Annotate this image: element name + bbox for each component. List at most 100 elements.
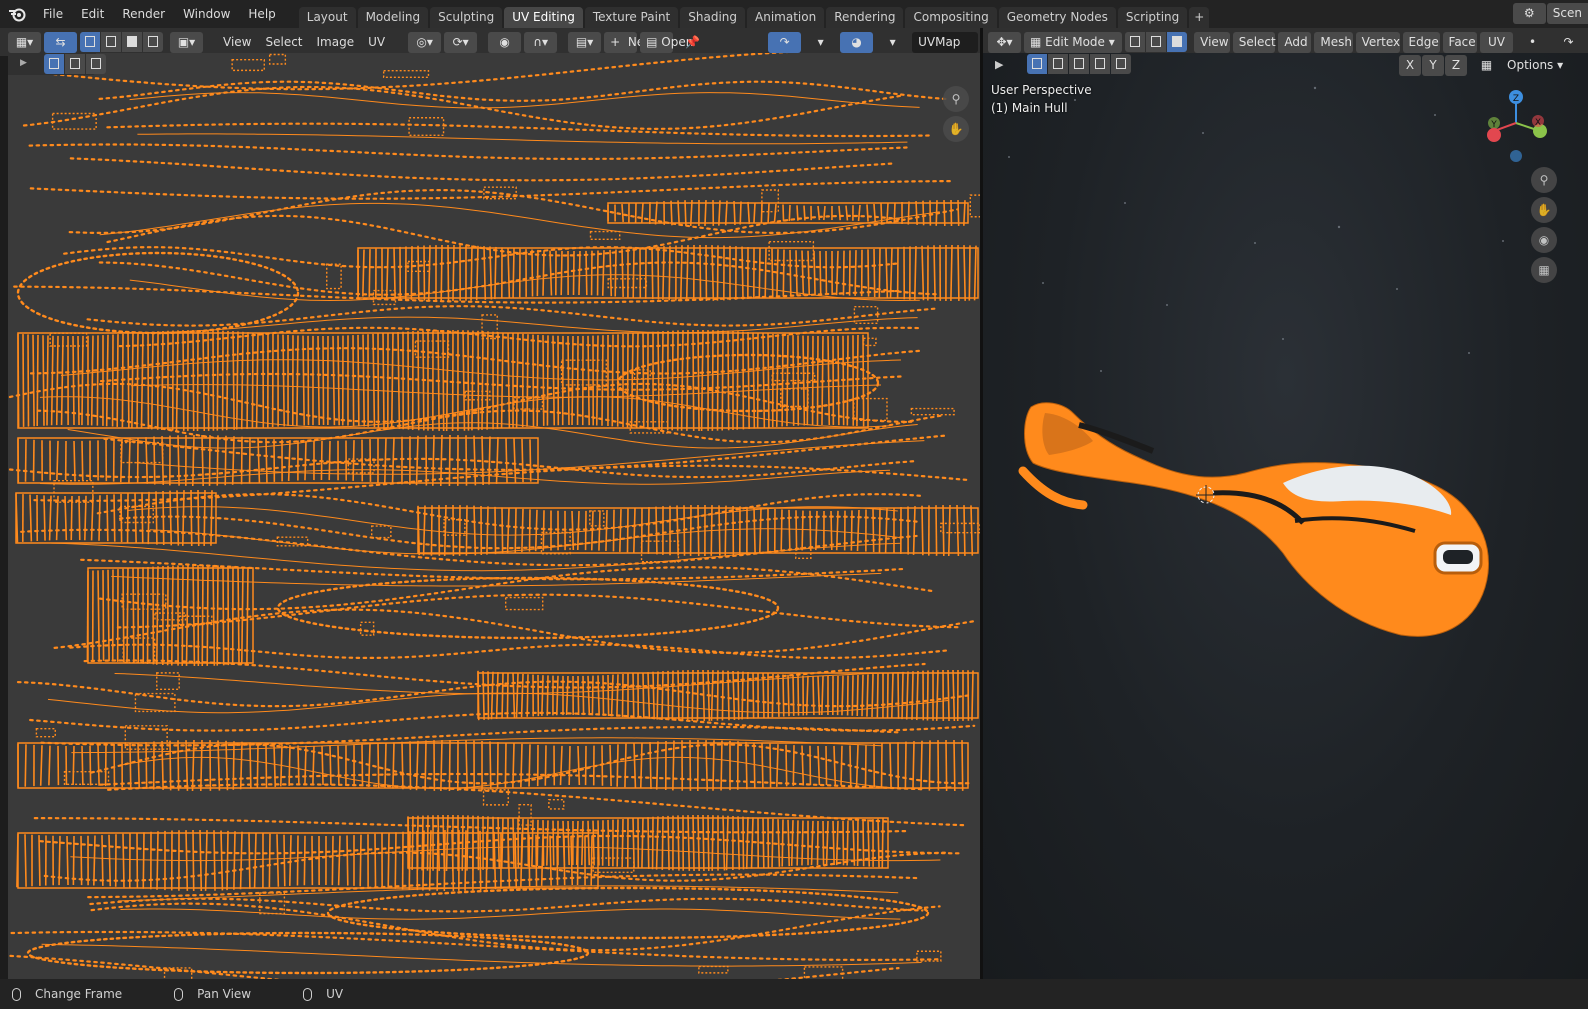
tab-uv-editing[interactable]: UV Editing [504, 7, 583, 28]
sticky-select-icon[interactable]: ▣▾ [170, 31, 203, 53]
menu-edit[interactable]: Edit [72, 0, 113, 28]
mouse-icon [12, 987, 21, 1001]
vp-select-extend-icon[interactable] [1048, 54, 1068, 74]
tab-rendering[interactable]: Rendering [826, 7, 904, 28]
uv-menu-view[interactable]: View [216, 32, 258, 53]
add-workspace-button[interactable]: + [1189, 7, 1210, 28]
face-select-icon[interactable] [122, 32, 142, 52]
sync-selection-icon[interactable]: ⇆ [44, 31, 77, 53]
uv-menu-image[interactable]: Image [310, 32, 362, 53]
vp-select-intersect-icon[interactable] [1111, 54, 1131, 74]
uv-menu-select[interactable]: Select [258, 32, 309, 53]
tab-texture-paint[interactable]: Texture Paint [584, 7, 679, 28]
falloff-icon[interactable]: ∩▾ [524, 31, 558, 53]
uv-tool-select-mode [44, 54, 107, 74]
tab-shading[interactable]: Shading [680, 7, 745, 28]
object-label: (1) Main Hull [991, 101, 1068, 115]
select-subtract-icon[interactable] [86, 54, 106, 74]
vp-menu-select[interactable]: Select [1232, 31, 1276, 53]
menu-render[interactable]: Render [113, 0, 174, 28]
mode-selector[interactable]: ▦ Edit Mode ▾ [1024, 31, 1123, 53]
tab-sculpting[interactable]: Sculpting [430, 7, 503, 28]
uv-hand-icon[interactable]: ✋ [943, 116, 969, 142]
overlay-icon[interactable]: ↷ [768, 31, 802, 53]
mirror-x-toggle[interactable]: X [1399, 55, 1421, 76]
uv-select-mode [80, 32, 164, 52]
editor-type-icon[interactable]: ▦▾ [8, 31, 41, 53]
vp-menu-add[interactable]: Add [1278, 31, 1312, 53]
vp-camera-icon[interactable]: ◉ [1531, 227, 1557, 253]
proportional-edit-icon[interactable]: ◉ [488, 31, 522, 53]
vp-menu-view[interactable]: View [1194, 31, 1230, 53]
vp-grid-icon[interactable]: ▦ [1531, 257, 1557, 283]
mirror-z-toggle[interactable]: Z [1445, 55, 1467, 76]
tab-modeling[interactable]: Modeling [357, 7, 429, 28]
main-menu: File Edit Render Window Help [34, 0, 285, 28]
gizmo-dropdown-icon[interactable]: ▾ [876, 32, 909, 53]
mirror-axis-toggles: X Y Z ▦ [1399, 55, 1506, 76]
vp-hand-icon[interactable]: ✋ [1531, 197, 1557, 223]
overlay-dropdown-icon[interactable]: ▾ [804, 32, 837, 53]
transform-orientation-icon[interactable]: ↷ [1552, 32, 1585, 53]
image-browse-icon[interactable]: ▤▾ [568, 31, 602, 53]
pin-icon[interactable]: 📌 [676, 32, 709, 53]
scene-name[interactable]: Scen [1546, 3, 1588, 24]
spaceship-main-hull[interactable] [1018, 402, 1490, 637]
vp-menu-face[interactable]: Face [1442, 31, 1478, 53]
plus-icon: + [610, 34, 621, 49]
tab-layout[interactable]: Layout [298, 7, 356, 28]
header-more-icon[interactable]: • [1516, 32, 1549, 53]
vp-select-mode-strip [1027, 54, 1132, 74]
tab-scripting[interactable]: Scripting [1117, 7, 1188, 28]
navigation-gizmo[interactable]: Z Y X [1478, 83, 1558, 163]
uv-editor-canvas[interactable]: ⚲ ✋ [8, 53, 980, 979]
uv-zoom-icon[interactable]: ⚲ [943, 86, 969, 112]
select-extend-icon[interactable] [65, 54, 85, 74]
cursor-tool-icon[interactable]: ▶ [20, 58, 27, 68]
gizmo-icon[interactable]: ◕ [840, 31, 874, 53]
gizmo-z-label: Z [1513, 94, 1519, 104]
status-pan-view-label: Pan View [197, 987, 252, 1001]
island-select-icon[interactable] [143, 32, 163, 52]
mesh-select-mode [1125, 32, 1188, 52]
menu-help[interactable]: Help [239, 0, 284, 28]
tab-compositing[interactable]: Compositing [905, 7, 997, 28]
face-mode-icon[interactable] [1167, 32, 1188, 52]
workspace-tabs: Layout Modeling Sculpting UV Editing Tex… [298, 7, 1212, 28]
viewport-editor-type-icon[interactable]: ✥▾ [988, 31, 1021, 53]
mirror-y-toggle[interactable]: Y [1422, 55, 1444, 76]
blender-logo-icon[interactable] [0, 0, 34, 28]
vp-select-invert-icon[interactable] [1090, 54, 1110, 74]
edge-select-icon[interactable] [101, 32, 121, 52]
status-uv-label: UV [326, 987, 344, 1001]
uv-island-layout[interactable] [8, 53, 980, 979]
tab-geometry-nodes[interactable]: Geometry Nodes [998, 7, 1116, 28]
pivot-icon[interactable]: ◎▾ [408, 31, 442, 53]
vp-menu-vertex[interactable]: Vertex [1355, 31, 1400, 53]
scene-selector[interactable]: ⚙ Scen [1512, 3, 1588, 24]
auto-merge-icon[interactable]: ▦ [1470, 55, 1503, 76]
vp-menu-mesh[interactable]: Mesh [1314, 31, 1353, 53]
perspective-label: User Perspective [991, 83, 1092, 97]
snap-icon[interactable]: ⟳▾ [444, 31, 478, 53]
vertex-mode-icon[interactable] [1125, 32, 1146, 52]
uv-menu-uv[interactable]: UV [361, 32, 392, 53]
vp-cursor-tool-icon[interactable]: ▶ [995, 58, 1003, 71]
viewport-scene [1008, 86, 1504, 637]
vertex-select-icon[interactable] [80, 32, 100, 52]
vp-zoom-icon[interactable]: ⚲ [1531, 167, 1557, 193]
open-image-button[interactable]: ▤ Open [640, 31, 693, 53]
options-dropdown[interactable]: Options ▾ [1501, 55, 1569, 76]
tab-animation[interactable]: Animation [747, 7, 825, 28]
select-box-icon[interactable] [44, 54, 64, 74]
vp-menu-edge[interactable]: Edge [1402, 31, 1440, 53]
menu-file[interactable]: File [34, 0, 72, 28]
vp-menu-uv[interactable]: UV [1480, 31, 1514, 53]
3d-viewport[interactable]: ▶ X Y Z ▦ Options ▾ User Perspective (1)… [983, 53, 1588, 979]
new-image-button[interactable]: + New [604, 31, 654, 53]
menu-window[interactable]: Window [174, 0, 239, 28]
edge-mode-icon[interactable] [1146, 32, 1167, 52]
vp-select-box-icon[interactable] [1027, 54, 1047, 74]
vp-select-subtract-icon[interactable] [1069, 54, 1089, 74]
uvmap-field[interactable]: UVMap [912, 31, 978, 53]
